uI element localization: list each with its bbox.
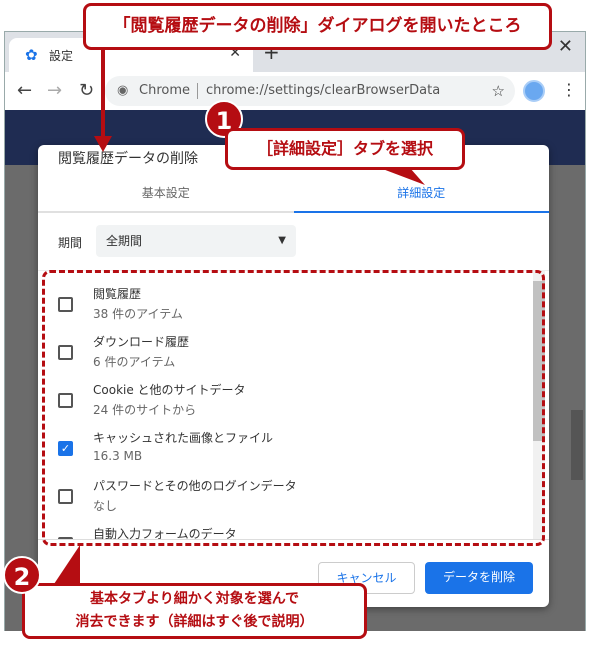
title-callout: 「閲覧履歴データの削除」ダイアログを開いたところ (83, 3, 552, 50)
step-2-badge: 2 (3, 556, 41, 594)
step-1-callout: ［詳細設定］タブを選択 (225, 128, 465, 170)
annotation-arrows (50, 50, 425, 590)
step-2-line1: 基本タブより細かく対象を選んで (89, 591, 300, 607)
step-2-line2: 消去できます（詳細はすぐ後で説明） (75, 614, 314, 630)
step-2-callout: 基本タブより細かく対象を選んで 消去できます（詳細はすぐ後で説明） (22, 583, 367, 639)
